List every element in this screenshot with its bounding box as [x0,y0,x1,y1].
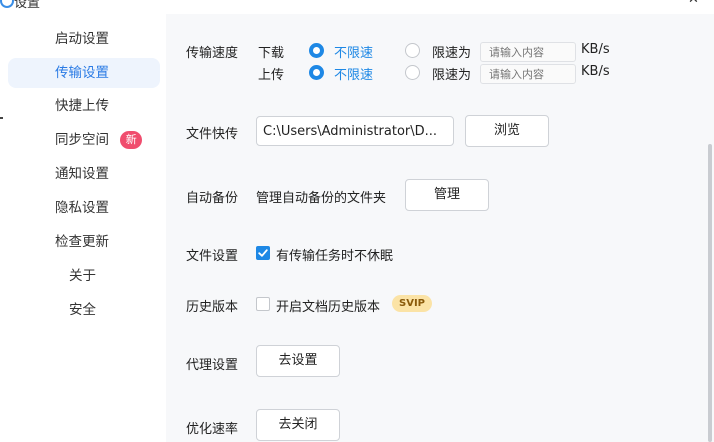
download-limit-radio[interactable] [405,43,420,58]
sidebar-item-security[interactable]: 安全 [8,295,160,325]
sidebar-item-label: 关于 [69,268,96,284]
upload-unlimited-text[interactable]: 不限速 [334,64,373,83]
no-sleep-checkbox[interactable] [256,246,270,260]
sidebar-item-label: 通知设置 [55,166,109,182]
app-logo-icon [0,0,14,8]
upload-limit-radio[interactable] [405,65,420,80]
proxy-settings-button[interactable]: 去设置 [256,345,340,377]
file-quick-transfer-label: 文件快传 [186,127,239,142]
sidebar-item-startup[interactable]: 启动设置 [8,24,160,54]
sidebar-item-quick-upload[interactable]: 快捷上传 [8,91,160,121]
sidebar-item-label: 启动设置 [55,31,109,47]
check-icon [258,249,268,257]
sidebar-item-sync-space[interactable]: 同步空间 新 [8,125,160,155]
sidebar-item-label: 检查更新 [55,234,109,250]
auto-backup-label: 自动备份 [186,191,239,206]
manage-backup-button[interactable]: 管理 [405,179,489,211]
sidebar-item-label: 安全 [69,302,96,318]
sidebar-item-transfer[interactable]: 传输设置 [8,58,160,88]
sidebar-item-label: 同步空间 [55,132,109,148]
download-limit-input[interactable] [480,42,576,62]
sidebar: 启动设置 传输设置 快捷上传 同步空间 新 通知设置 隐私设置 检查更新 关于 … [0,14,166,442]
history-version-checkbox[interactable] [256,297,270,311]
download-unit: KB/s [581,42,610,57]
download-unlimited-radio[interactable] [309,43,324,58]
title-bar: 设置 ✕ [0,0,714,14]
optimize-speed-label: 优化速率 [186,422,239,437]
sidebar-item-label: 快捷上传 [55,98,109,114]
upload-unlimited-radio[interactable] [309,65,324,80]
browse-button[interactable]: 浏览 [465,115,549,147]
download-unlimited-text[interactable]: 不限速 [334,42,373,61]
history-version-text[interactable]: 开启文档历史版本 [276,296,380,315]
sidebar-item-notification[interactable]: 通知设置 [8,159,160,189]
transfer-speed-label: 传输速度 [186,46,239,61]
sidebar-item-label: 隐私设置 [55,200,109,216]
svip-badge: SVIP [392,295,432,312]
optimize-speed-button[interactable]: 去关闭 [256,409,340,441]
no-sleep-text[interactable]: 有传输任务时不休眠 [276,245,393,264]
scrollbar-thumb[interactable] [708,144,712,442]
close-icon[interactable]: ✕ [688,0,699,7]
window-edge-mark [0,117,3,119]
sidebar-item-privacy[interactable]: 隐私设置 [8,193,160,223]
upload-limit-input[interactable] [480,64,576,84]
upload-limit-text[interactable]: 限速为 [432,64,471,83]
sidebar-item-label: 传输设置 [55,65,109,81]
proxy-settings-label: 代理设置 [186,358,239,373]
sidebar-item-about[interactable]: 关于 [8,261,160,291]
quick-transfer-path-input[interactable] [256,116,454,146]
download-label: 下载 [258,46,285,61]
download-limit-text[interactable]: 限速为 [432,42,471,61]
sidebar-item-check-update[interactable]: 检查更新 [8,227,160,257]
history-version-label: 历史版本 [186,300,239,315]
settings-window: 设置 ✕ 启动设置 传输设置 快捷上传 同步空间 新 通知设置 隐私设置 检查更… [0,0,714,442]
auto-backup-desc: 管理自动备份的文件夹 [256,191,387,206]
window-title: 设置 [14,0,41,11]
upload-label: 上传 [258,68,285,83]
file-settings-label: 文件设置 [186,249,239,264]
upload-unit: KB/s [581,64,610,79]
new-badge: 新 [120,131,143,149]
